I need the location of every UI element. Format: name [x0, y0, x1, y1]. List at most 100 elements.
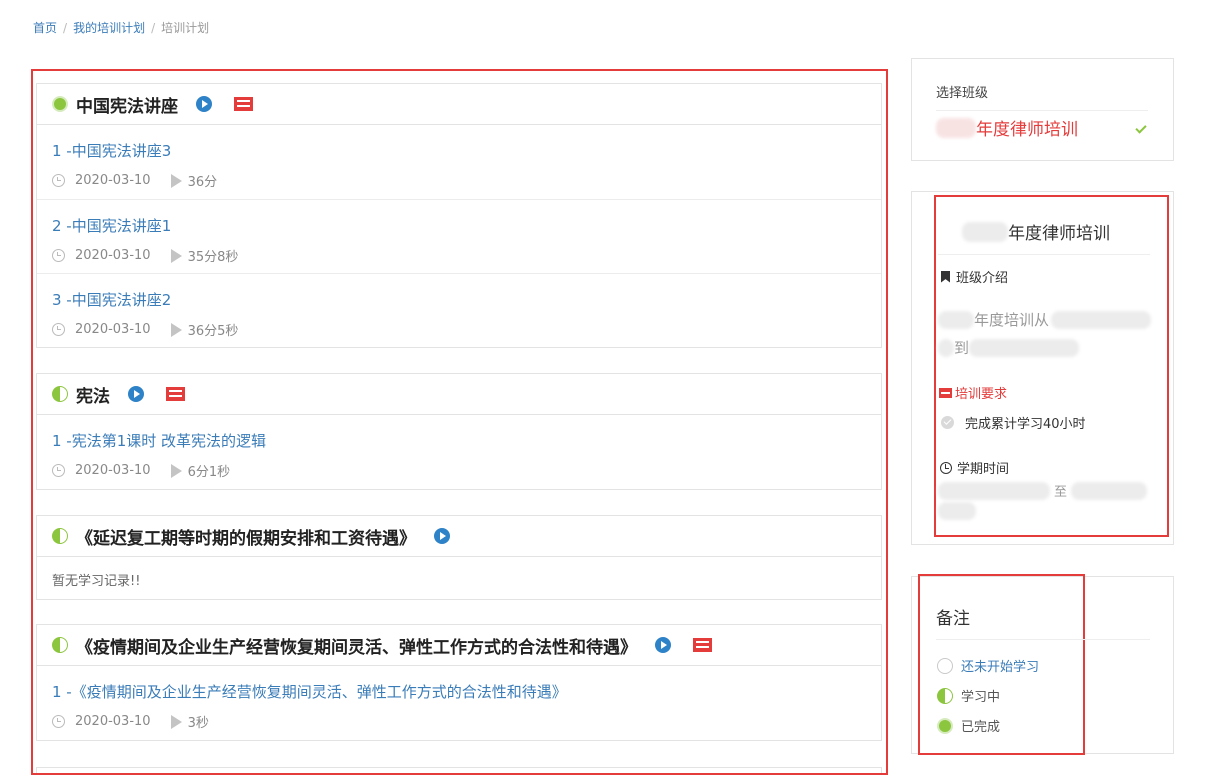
clock-icon: [940, 461, 952, 474]
legend-not-started: 还未开始学习: [937, 656, 1039, 675]
clock-icon: [52, 464, 65, 477]
clock-icon: [52, 249, 65, 262]
redacted-text: [1071, 481, 1148, 500]
requirement-item: 完成累计学习40小时: [941, 413, 1086, 432]
legend-title: 备注: [936, 609, 970, 629]
lesson-item: 2 -中国宪法讲座1 2020-03-10 35分8秒: [37, 199, 881, 273]
redacted-text: [936, 117, 976, 138]
status-in-progress-icon: [52, 528, 68, 544]
lesson-link[interactable]: 3 -中国宪法讲座2: [52, 289, 881, 310]
lesson-date: 2020-03-10: [75, 463, 151, 478]
course-block: 宪法 1 -宪法第1课时 改革宪法的逻辑 2020-03-10 6分1秒: [36, 373, 882, 490]
check-icon: [1135, 122, 1147, 134]
bookmark-icon: [941, 270, 950, 283]
course-header: 《延迟复工期等时期的假期安排和工资待遇》: [36, 515, 882, 557]
play-icon[interactable]: [655, 637, 671, 653]
breadcrumb-home[interactable]: 首页: [33, 21, 57, 35]
legend-label: 还未开始学习: [961, 660, 1040, 675]
divider: [938, 254, 1150, 255]
course-list-panel: 中国宪法讲座 1 -中国宪法讲座3 2020-03-10 36分 2 -中国宪法…: [31, 69, 888, 775]
lesson-link[interactable]: 1 -宪法第1课时 改革宪法的逻辑: [52, 430, 881, 451]
term-range: 至: [938, 481, 1148, 500]
class-select-card: 选择班级 年度律师培训: [911, 58, 1174, 161]
requirement-label: 培训要求: [955, 387, 1008, 402]
class-name: 年度律师培训: [1008, 224, 1110, 244]
class-intro-heading: 班级介绍: [941, 267, 1008, 286]
class-intro-line-1: 年度培训从: [938, 309, 1152, 330]
legend-label: 学习中: [961, 690, 1001, 705]
class-intro-text-1: 年度培训从: [974, 311, 1050, 329]
play-icon[interactable]: [434, 528, 450, 544]
lesson-link[interactable]: 1 -中国宪法讲座3: [52, 140, 881, 161]
status-in-progress-icon: [937, 687, 953, 704]
legend-done: 已完成: [937, 716, 1000, 735]
document-icon[interactable]: [693, 638, 712, 652]
selected-class-name: 年度律师培训: [976, 120, 1078, 140]
play-icon[interactable]: [128, 386, 144, 402]
lesson-link[interactable]: 1 -《疫情期间及企业生产经营恢复期间灵活、弹性工作方式的合法性和待遇》: [52, 681, 881, 702]
breadcrumb-separator: /: [63, 21, 68, 35]
redacted-text: [938, 481, 1050, 500]
clock-icon: [52, 715, 65, 728]
course-block-next: [36, 767, 882, 773]
term-to: 至: [1054, 485, 1068, 500]
lesson-list: 1 -宪法第1课时 改革宪法的逻辑 2020-03-10 6分1秒: [36, 415, 882, 490]
breadcrumb-my-plans[interactable]: 我的培训计划: [73, 21, 145, 35]
course-block: 《延迟复工期等时期的假期安排和工资待遇》 暂无学习记录!!: [36, 515, 882, 600]
course-title: 《延迟复工期等时期的假期安排和工资待遇》: [76, 528, 416, 549]
duration-icon: [170, 322, 182, 337]
lesson-duration: 3秒: [187, 716, 209, 731]
breadcrumb-current: 培训计划: [161, 21, 210, 35]
class-select-option[interactable]: 年度律师培训: [936, 115, 1078, 140]
lesson-date: 2020-03-10: [75, 248, 151, 263]
lesson-date: 2020-03-10: [75, 714, 151, 729]
course-title: 《疫情期间及企业生产经营恢复期间灵活、弹性工作方式的合法性和待遇》: [76, 637, 637, 658]
lesson-list: 1 -《疫情期间及企业生产经营恢复期间灵活、弹性工作方式的合法性和待遇》 202…: [36, 666, 882, 741]
redacted-text: [969, 338, 1080, 357]
lesson-duration: 35分8秒: [187, 250, 239, 265]
legend-in-progress: 学习中: [937, 686, 1000, 705]
course-header: 宪法: [36, 373, 882, 415]
lesson-date: 2020-03-10: [75, 173, 151, 188]
check-circle-icon: [941, 416, 954, 429]
class-intro-line-2: 到: [938, 337, 1080, 358]
lesson-list: 暂无学习记录!!: [36, 557, 882, 600]
class-info-title: 年度律师培训: [962, 219, 1110, 244]
play-icon[interactable]: [196, 96, 212, 112]
course-title: 宪法: [76, 386, 110, 407]
redacted-text: [938, 310, 974, 329]
redacted-text: [962, 221, 1008, 242]
redacted-text: [1051, 310, 1152, 329]
breadcrumb: 首页 / 我的培训计划 / 培训计划: [33, 19, 209, 36]
divider: [936, 639, 1150, 640]
redacted-text: [938, 338, 954, 357]
course-header: 《疫情期间及企业生产经营恢复期间灵活、弹性工作方式的合法性和待遇》: [36, 624, 882, 666]
class-select-label: 选择班级: [936, 86, 989, 101]
status-in-progress-icon: [52, 386, 68, 402]
course-block: 中国宪法讲座 1 -中国宪法讲座3 2020-03-10 36分 2 -中国宪法…: [36, 83, 882, 348]
duration-icon: [170, 173, 182, 188]
lesson-duration: 36分5秒: [187, 324, 239, 339]
term-range-line-2: [938, 502, 976, 524]
empty-record-message: 暂无学习记录!!: [52, 574, 141, 589]
course-block: 《疫情期间及企业生产经营恢复期间灵活、弹性工作方式的合法性和待遇》 1 -《疫情…: [36, 624, 882, 741]
course-title: 中国宪法讲座: [76, 96, 178, 117]
status-in-progress-icon: [52, 637, 68, 653]
document-icon[interactable]: [234, 97, 253, 111]
duration-icon: [170, 714, 182, 729]
term-label: 学期时间: [957, 462, 1010, 477]
status-done-icon: [937, 717, 953, 734]
status-not-started-icon: [937, 657, 953, 674]
document-icon[interactable]: [166, 387, 185, 401]
requirement-icon: [939, 387, 952, 398]
class-intro-text-2: 到: [954, 339, 970, 357]
lesson-link[interactable]: 2 -中国宪法讲座1: [52, 215, 881, 236]
duration-icon: [170, 463, 182, 478]
clock-icon: [52, 174, 65, 187]
duration-icon: [170, 248, 182, 263]
requirement-text: 完成累计学习40小时: [965, 417, 1086, 432]
class-intro-label: 班级介绍: [956, 271, 1009, 286]
lesson-item: 3 -中国宪法讲座2 2020-03-10 36分5秒: [37, 273, 881, 347]
lesson-duration: 36分: [187, 175, 218, 190]
course-header: 中国宪法讲座: [36, 83, 882, 125]
